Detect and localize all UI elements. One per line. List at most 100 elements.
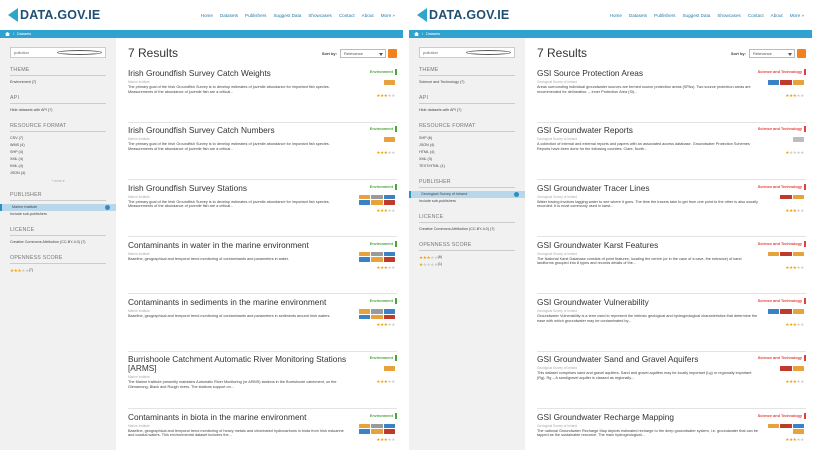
facet-item[interactable]: CSV (7) [10, 135, 106, 142]
format-badge[interactable] [383, 366, 395, 372]
dataset-title[interactable]: GSI Groundwater Tracer Lines [537, 183, 758, 193]
theme-badge[interactable]: Environment [368, 240, 397, 247]
format-badge[interactable] [383, 429, 395, 434]
facet-item[interactable]: Creative Commons Attribution (CC-BY-4.0)… [419, 226, 515, 233]
theme-badge[interactable]: Environment [368, 183, 397, 190]
format-badge[interactable] [358, 257, 370, 263]
format-badge[interactable] [780, 194, 792, 200]
nav-link[interactable]: Datasets [629, 13, 647, 18]
facet-item[interactable]: Environment (7) [10, 79, 106, 86]
facet-item[interactable]: Hide datasets with API (7) [10, 107, 106, 114]
nav-link[interactable]: Showcases [717, 13, 741, 18]
nav-link[interactable]: Suggest Data [273, 13, 301, 18]
facet-item[interactable]: JSON (4) [10, 170, 106, 177]
format-badge[interactable] [792, 429, 804, 434]
facet-item[interactable]: ★★★★★ (6) [419, 254, 515, 261]
dataset-title[interactable]: GSI Groundwater Sand and Gravel Aquifers [537, 355, 758, 364]
format-badge[interactable] [383, 257, 395, 263]
facet-item[interactable]: WMS (4) [10, 142, 106, 149]
theme-badge[interactable]: Environment [368, 298, 397, 305]
nav-link[interactable]: Home [610, 13, 622, 18]
show-more-link[interactable]: + more ▾ [10, 179, 106, 183]
theme-badge[interactable]: Environment [368, 126, 397, 133]
nav-link[interactable]: Publishers [654, 13, 675, 18]
format-badge[interactable] [767, 423, 779, 429]
facet-item[interactable]: JSON (4) [419, 142, 515, 149]
facet-item[interactable]: ★★★★★ (1) [419, 261, 515, 268]
dataset-title[interactable]: Contaminants in sediments in the marine … [128, 298, 349, 307]
remove-filter-icon[interactable] [514, 192, 519, 197]
format-badge[interactable] [383, 309, 395, 314]
format-badge[interactable] [792, 80, 804, 85]
dataset-title[interactable]: GSI Groundwater Karst Features [537, 240, 758, 250]
nav-link[interactable]: Datasets [220, 13, 238, 18]
facet-item[interactable]: XML (3) [419, 156, 515, 163]
nav-link[interactable]: About [362, 13, 374, 18]
search-icon[interactable] [466, 50, 511, 55]
format-badge[interactable] [358, 314, 370, 320]
dataset-title[interactable]: Irish Groundfish Survey Stations [128, 183, 349, 193]
theme-badge[interactable]: Environment [368, 355, 397, 362]
facet-item[interactable]: SHP (6) [419, 135, 515, 142]
format-badge[interactable] [792, 423, 804, 429]
facet-item[interactable]: Marine Institute [0, 204, 116, 211]
dataset-title[interactable]: GSI Groundwater Vulnerability [537, 298, 758, 307]
format-badge[interactable] [780, 80, 792, 85]
nav-link[interactable]: Publishers [245, 13, 266, 18]
facet-item[interactable]: Hide datasets with API (7) [419, 107, 515, 114]
facet-item[interactable]: SHP (4) [10, 149, 106, 156]
format-badge[interactable] [371, 314, 383, 320]
format-badge[interactable] [383, 314, 395, 320]
format-badge[interactable] [780, 251, 792, 257]
rss-icon[interactable] [797, 48, 806, 58]
theme-badge[interactable]: Science and Technology [756, 126, 806, 133]
format-badge[interactable] [358, 309, 370, 314]
format-badge[interactable] [792, 309, 804, 314]
nav-link[interactable]: Suggest Data [682, 13, 710, 18]
theme-badge[interactable]: Science and Technology [756, 69, 806, 75]
format-badge[interactable] [792, 366, 804, 372]
format-badge[interactable] [383, 137, 395, 142]
format-badge[interactable] [371, 423, 383, 429]
rss-icon[interactable] [388, 48, 397, 58]
dataset-title[interactable]: GSI Groundwater Reports [537, 126, 758, 135]
format-badge[interactable] [780, 366, 792, 372]
format-badge[interactable] [383, 194, 395, 200]
breadcrumb-datasets[interactable]: Datasets [426, 32, 440, 36]
facet-item[interactable]: HTML (4) [419, 149, 515, 156]
format-badge[interactable] [383, 423, 395, 429]
site-logo[interactable]: DATA.GOV.IE [417, 8, 509, 22]
theme-badge[interactable]: Environment [368, 69, 397, 75]
format-badge[interactable] [358, 251, 370, 257]
facet-item[interactable]: XML (4) [10, 156, 106, 163]
facet-item[interactable]: Include sub-publishers [419, 198, 515, 205]
dataset-title[interactable]: Burrishoole Catchment Automatic River Mo… [128, 355, 349, 373]
facet-item[interactable]: Science and Technology (7) [419, 79, 515, 86]
format-badge[interactable] [792, 194, 804, 200]
search-icon[interactable] [57, 50, 102, 55]
home-icon[interactable] [5, 32, 10, 36]
theme-badge[interactable]: Science and Technology [756, 240, 806, 247]
dataset-title[interactable]: GSI Groundwater Recharge Mapping [537, 412, 758, 422]
theme-badge[interactable]: Science and Technology [756, 412, 806, 419]
format-badge[interactable] [383, 80, 395, 85]
format-badge[interactable] [780, 309, 792, 314]
format-badge[interactable] [383, 200, 395, 205]
facet-item[interactable]: KML (4) [10, 163, 106, 170]
facet-item[interactable]: Creative Commons Attribution (CC-BY-4.0)… [10, 239, 106, 246]
format-badge[interactable] [383, 251, 395, 257]
nav-link[interactable]: More » [790, 13, 804, 18]
format-badge[interactable] [371, 257, 383, 263]
dataset-title[interactable]: Contaminants in water in the marine envi… [128, 240, 349, 250]
format-badge[interactable] [780, 423, 792, 429]
format-badge[interactable] [358, 429, 370, 434]
breadcrumb-datasets[interactable]: Datasets [17, 32, 31, 36]
format-badge[interactable] [358, 194, 370, 200]
dataset-title[interactable]: Contaminants in biota in the marine envi… [128, 412, 349, 422]
theme-badge[interactable]: Science and Technology [756, 355, 806, 362]
nav-link[interactable]: About [771, 13, 783, 18]
nav-link[interactable]: Showcases [308, 13, 332, 18]
facet-item[interactable]: Geological Survey of Ireland [409, 191, 525, 198]
format-badge[interactable] [792, 251, 804, 257]
facet-item[interactable]: TEXT/HTML (1) [419, 163, 515, 170]
